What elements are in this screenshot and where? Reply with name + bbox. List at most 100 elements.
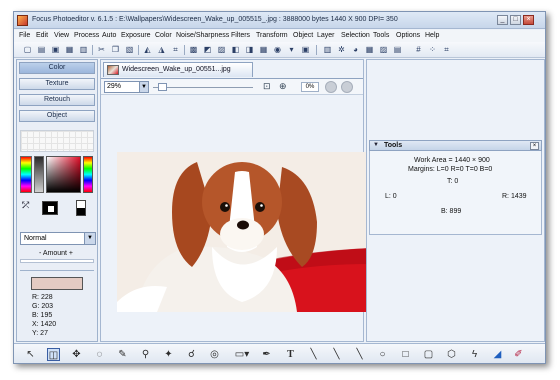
menu-edit[interactable]: Edit (36, 32, 48, 39)
color-wheel-icon[interactable]: ◕ (350, 44, 361, 55)
menu-file[interactable]: File (19, 32, 30, 39)
brush-icon[interactable]: ▾ (286, 44, 297, 55)
crop-icon[interactable]: ⌗ (170, 44, 181, 55)
close-icon[interactable]: × (530, 142, 539, 150)
menu-selection[interactable]: Selection (341, 32, 370, 39)
menu-options[interactable]: Options (396, 32, 420, 39)
menu-layer[interactable]: Layer (317, 32, 335, 39)
blend-mode-select[interactable]: Normal ▼ (20, 232, 96, 245)
resize-icon[interactable]: ▩ (188, 44, 199, 55)
menu-auto[interactable]: Auto (102, 32, 116, 39)
redo-icon[interactable]: ◮ (156, 44, 167, 55)
effects-icon[interactable]: ▦ (258, 44, 269, 55)
tab-retouch[interactable]: Retouch (19, 94, 95, 106)
text-icon[interactable]: ◉ (272, 44, 283, 55)
foreground-color-swatch[interactable] (42, 201, 58, 215)
zoom-icon[interactable]: ▥ (322, 44, 333, 55)
sparkle-icon[interactable]: ✲ (336, 44, 347, 55)
pointer-icon[interactable]: ↖ (24, 348, 37, 361)
rounded-rect-icon[interactable]: ▢ (422, 348, 435, 361)
clone-icon[interactable]: ⚲ (139, 348, 152, 361)
layers-icon[interactable]: ▦ (364, 44, 375, 55)
text-tool-icon[interactable]: T (284, 348, 297, 361)
fit-to-window-icon[interactable]: ⊡ (263, 81, 271, 92)
rectangle-icon[interactable]: □ (399, 348, 412, 361)
print-icon[interactable]: ▦ (64, 44, 75, 55)
menu-view[interactable]: View (54, 32, 69, 39)
usm-icon[interactable]: ▤ (392, 44, 403, 55)
saturation-value-box[interactable] (46, 156, 81, 193)
chevron-down-icon[interactable]: ▼ (84, 233, 95, 244)
retouch-icon[interactable]: ✦ (162, 348, 175, 361)
gray-strip[interactable] (34, 156, 44, 193)
paint-icon[interactable]: ✐ (512, 348, 525, 361)
curves-icon[interactable]: ◧ (230, 44, 241, 55)
close-button[interactable]: × (523, 15, 534, 25)
amount-slider[interactable] (20, 259, 94, 263)
crosshair-icon[interactable]: ⌗ (441, 44, 452, 55)
menu-exposure[interactable]: Exposure (121, 32, 151, 39)
copy-icon[interactable]: ❐ (110, 44, 121, 55)
minimize-button[interactable]: _ (497, 15, 508, 25)
rotate-right-icon[interactable] (341, 81, 353, 93)
zoom-slider-handle[interactable] (157, 83, 167, 91)
collapse-icon[interactable]: ▼ (373, 142, 379, 148)
maximize-button[interactable]: □ (510, 15, 521, 25)
menu-noise-sharpness[interactable]: Noise/Sharpness (176, 32, 229, 39)
menu-help[interactable]: Help (425, 32, 439, 39)
rotation-value[interactable]: 0% (301, 82, 319, 92)
fill-icon[interactable]: ◢ (491, 348, 504, 361)
save-icon[interactable]: ▣ (50, 44, 61, 55)
background-color-swatch[interactable] (76, 200, 86, 216)
readout-y: Y: 27 (32, 330, 48, 337)
zoom-slider-track[interactable] (153, 87, 253, 88)
menu-tools[interactable]: Tools (373, 32, 389, 39)
menu-color[interactable]: Color (155, 32, 172, 39)
hue-slider[interactable] (83, 156, 93, 193)
menu-object[interactable]: Object (293, 32, 313, 39)
hue-icon[interactable]: ◨ (244, 44, 255, 55)
rotate-icon[interactable]: ◩ (202, 44, 213, 55)
menu-transform[interactable]: Transform (256, 32, 288, 39)
swap-colors-icon[interactable]: ⤱ (22, 200, 29, 211)
new-icon[interactable]: ▢ (22, 44, 33, 55)
tab-color[interactable]: Color (19, 62, 95, 74)
scanner-icon[interactable]: ▥ (78, 44, 89, 55)
rotate-left-icon[interactable] (325, 81, 337, 93)
magic-wand-icon[interactable]: ✎ (116, 348, 129, 361)
paste-icon[interactable]: ▧ (124, 44, 135, 55)
undo-icon[interactable]: ◭ (142, 44, 153, 55)
menu-process[interactable]: Process (74, 32, 99, 39)
tab-object[interactable]: Object (19, 110, 95, 122)
blur-icon[interactable]: ☌ (185, 348, 198, 361)
selection-dropdown-icon[interactable]: ▭▾ (232, 348, 252, 361)
move-icon[interactable]: ✥ (70, 348, 83, 361)
eraser-icon[interactable]: ◎ (208, 348, 221, 361)
select-rect-icon[interactable]: ◫ (47, 348, 60, 361)
zoom-in-icon[interactable]: ⊕ (279, 81, 287, 92)
color-preset-grid[interactable] (20, 130, 94, 152)
lasso-icon[interactable]: ◌ (93, 348, 106, 361)
document-tab[interactable]: Widescreen_Wake_up_00551...jpg (103, 62, 253, 77)
line-icon[interactable]: ╲ (307, 348, 320, 361)
arrow-line-icon[interactable]: ╲ (330, 348, 343, 361)
grid-lines-icon[interactable]: # (413, 44, 424, 55)
toolbar-divider (316, 45, 317, 55)
zoom-select[interactable]: 29% ▼ (104, 81, 149, 93)
freehand-icon[interactable]: ϟ (468, 348, 481, 361)
tab-texture[interactable]: Texture (19, 78, 95, 90)
eyedropper-icon[interactable]: ✒ (260, 348, 273, 361)
palette-strip[interactable] (20, 156, 32, 193)
dotted-grid-icon[interactable]: ⁘ (427, 44, 438, 55)
polygon-icon[interactable]: ⬡ (445, 348, 458, 361)
levels-icon[interactable]: ▨ (216, 44, 227, 55)
curve-icon[interactable]: ╲ (353, 348, 366, 361)
menu-filters[interactable]: Filters (231, 32, 250, 39)
ellipse-icon[interactable]: ○ (376, 348, 389, 361)
open-icon[interactable]: ▤ (36, 44, 47, 55)
chevron-down-icon[interactable]: ▼ (139, 82, 148, 92)
photo-canvas[interactable] (117, 152, 371, 312)
cut-icon[interactable]: ✂ (96, 44, 107, 55)
grid-icon[interactable]: ▣ (300, 44, 311, 55)
hash-icon[interactable]: ▨ (378, 44, 389, 55)
